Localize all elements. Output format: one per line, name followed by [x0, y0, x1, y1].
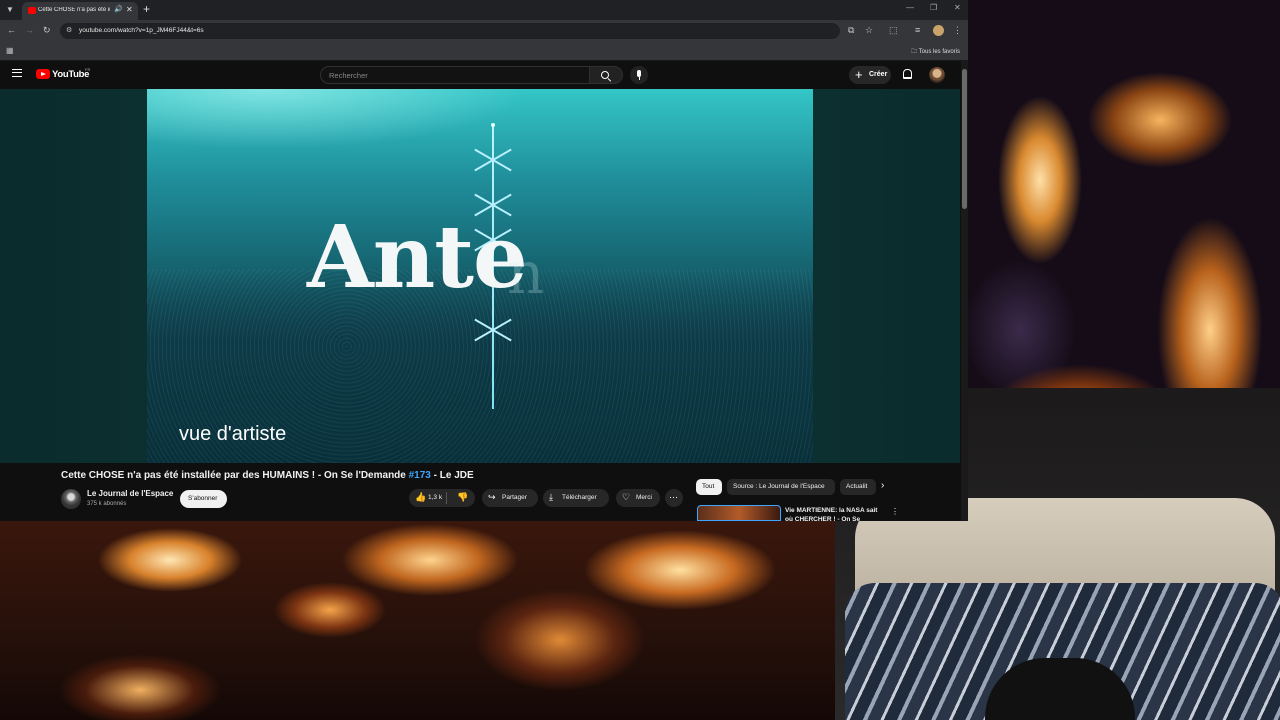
new-tab-icon[interactable]: +: [143, 2, 150, 16]
notifications-bell-icon[interactable]: [903, 69, 912, 79]
tab-title: Cette CHOSE n'a pas été installée par de…: [38, 7, 110, 13]
search-button[interactable]: [590, 66, 623, 84]
youtube-page: YouTube FR Rechercher + Créer Ante n vue…: [0, 61, 968, 521]
create-button[interactable]: + Créer: [849, 66, 891, 84]
back-icon[interactable]: ←: [7, 25, 16, 35]
search-placeholder: Rechercher: [329, 71, 368, 80]
region-code: FR: [85, 67, 91, 72]
search-input[interactable]: Rechercher: [320, 66, 590, 84]
video-player[interactable]: Ante n vue d'artiste: [147, 89, 813, 463]
site-info-icon[interactable]: ⚙: [66, 26, 72, 34]
youtube-favicon-icon: [28, 7, 36, 14]
video-title: Cette CHOSE n'a pas été installée par de…: [61, 470, 474, 481]
microphone-stand: [638, 77, 640, 80]
download-label: Télécharger: [562, 494, 597, 501]
screen: ▼ Cette CHOSE n'a pas été installée par …: [0, 0, 1280, 720]
tab-search-icon[interactable]: ▼: [3, 3, 17, 17]
microphone-icon: [637, 70, 641, 77]
youtube-logo-text[interactable]: YouTube: [52, 69, 89, 80]
voice-search-button[interactable]: [630, 66, 648, 84]
bookmark-star-icon[interactable]: ☆: [865, 25, 873, 36]
plus-icon: +: [855, 67, 863, 82]
youtube-header: YouTube FR Rechercher + Créer: [0, 61, 960, 89]
video-hashtag-link[interactable]: #173: [409, 470, 431, 481]
restore-icon[interactable]: ❐: [930, 3, 937, 12]
close-tab-icon[interactable]: ✕: [126, 5, 133, 14]
reload-icon[interactable]: ↻: [43, 25, 51, 36]
scrollbar-thumb[interactable]: [962, 69, 967, 209]
page-scrollbar[interactable]: [961, 61, 968, 521]
minimize-icon[interactable]: —: [906, 3, 914, 12]
recommendation-title[interactable]: Vie MARTIENNE: la NASA sait où CHERCHER …: [785, 506, 885, 521]
video-title-suffix: - Le JDE: [430, 470, 474, 481]
channel-subscribers: 375 k abonnés: [87, 501, 127, 507]
recommendation-thumbnail[interactable]: [697, 505, 781, 521]
chip-all-label: Tout: [702, 483, 715, 490]
all-bookmarks-label: Tous les favoris: [918, 49, 960, 55]
chevron-right-icon[interactable]: ›: [881, 480, 884, 491]
forward-icon[interactable]: →: [25, 25, 34, 35]
address-bar[interactable]: ⚙ youtube.com/watch?v=1p_JM46FJ44&t=6s: [60, 23, 840, 39]
tab-bar: ▼ Cette CHOSE n'a pas été installée par …: [0, 0, 968, 20]
folder-icon: 🗀: [911, 49, 919, 55]
browser-menu-icon[interactable]: ⋮: [953, 25, 962, 36]
bookmarks-bar: ▦ 🗀 Tous les favoris: [0, 42, 968, 61]
url-text: youtube.com/watch?v=1p_JM46FJ44&t=6s: [79, 27, 204, 34]
create-label: Créer: [869, 70, 888, 78]
like-dislike-group: 👍 1,3 k 👎: [409, 489, 475, 507]
browser-window: ▼ Cette CHOSE n'a pas été installée par …: [0, 0, 968, 521]
thanks-label: Merci: [636, 494, 652, 501]
more-horizontal-icon: ⋯: [669, 492, 678, 502]
browser-profile-avatar[interactable]: [933, 25, 944, 36]
subscribe-label: S'abonner: [188, 495, 218, 502]
thumbs-down-icon[interactable]: 👎: [457, 492, 468, 503]
install-app-icon[interactable]: ⧉: [848, 25, 854, 36]
channel-avatar[interactable]: [61, 489, 81, 509]
tab-youtube[interactable]: Cette CHOSE n'a pas été installée par de…: [22, 2, 138, 20]
recommendation-more-icon[interactable]: ⋮: [891, 507, 899, 516]
browser-toolbar: ← → ↻ ⚙ youtube.com/watch?v=1p_JM46FJ44&…: [0, 20, 968, 42]
video-overlay-word: Ante: [307, 207, 528, 308]
apps-grid-icon[interactable]: ▦: [6, 46, 14, 55]
chip-news[interactable]: Actualit: [840, 479, 876, 495]
like-divider: [446, 492, 447, 504]
extensions-icon[interactable]: ⬚: [889, 25, 898, 36]
like-count[interactable]: 1,3 k: [428, 494, 442, 501]
download-button[interactable]: ⤓ Télécharger: [543, 489, 609, 507]
thumbs-up-icon[interactable]: 👍: [415, 492, 426, 503]
subscribe-button[interactable]: S'abonner: [180, 490, 227, 508]
chip-news-label: Actualit: [846, 483, 868, 490]
chip-all[interactable]: Tout: [696, 479, 722, 495]
share-button[interactable]: ↪ Partager: [482, 489, 538, 507]
more-actions-button[interactable]: ⋯: [665, 489, 683, 507]
download-icon: ⤓: [549, 492, 553, 502]
youtube-logo-icon[interactable]: [36, 69, 50, 79]
menu-icon[interactable]: [12, 69, 22, 77]
chip-source[interactable]: Source : Le Journal de l'Espace: [727, 479, 835, 495]
channel-name[interactable]: Le Journal de l'Espace: [87, 489, 173, 498]
thanks-button[interactable]: ♡ Merci: [616, 489, 660, 507]
thanks-icon: ♡: [622, 492, 631, 502]
video-overlay-ghost-letter: n: [507, 239, 545, 307]
video-subtitle: vue d'artiste: [179, 423, 287, 445]
chip-source-label: Source : Le Journal de l'Espace: [733, 483, 825, 490]
all-bookmarks-folder[interactable]: 🗀 Tous les favoris: [911, 47, 960, 57]
search-icon: [601, 71, 609, 79]
close-window-icon[interactable]: ✕: [954, 3, 961, 12]
account-avatar[interactable]: [929, 67, 945, 83]
share-icon: ↪: [488, 492, 496, 502]
video-title-text: Cette CHOSE n'a pas été installée par de…: [61, 470, 409, 481]
share-label: Partager: [502, 494, 527, 501]
speaker-icon[interactable]: 🔊: [114, 5, 123, 13]
antenna-node: [491, 123, 495, 127]
media-control-icon[interactable]: ≡: [915, 25, 920, 35]
